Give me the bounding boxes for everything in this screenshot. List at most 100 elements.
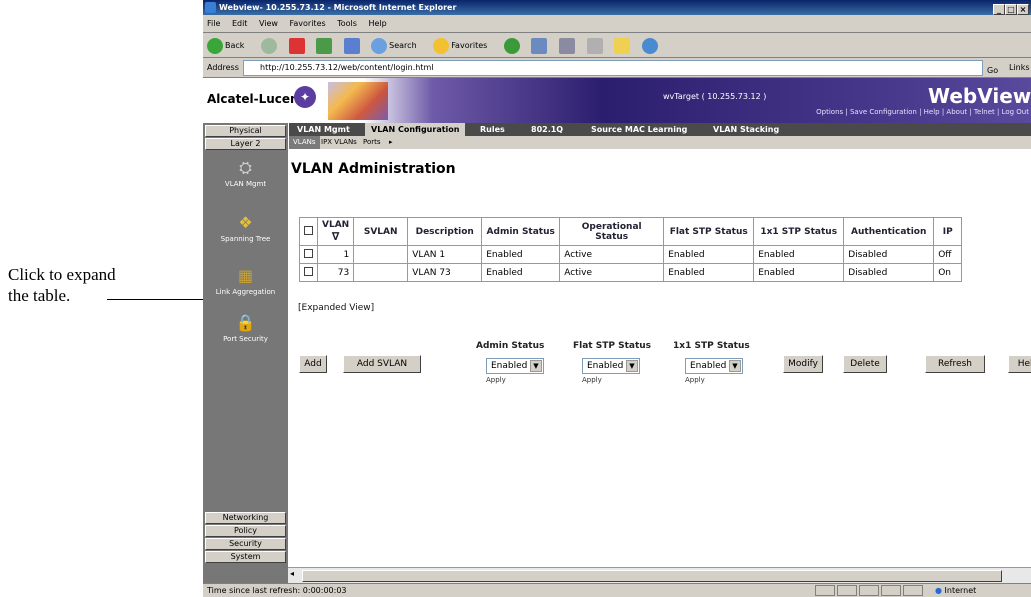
modify-button[interactable]: Modify (783, 355, 823, 373)
admin-status-apply-link[interactable]: Apply (486, 376, 506, 384)
menu-help[interactable]: Help (368, 19, 386, 28)
messenger-button[interactable] (641, 33, 660, 58)
address-label: Address (207, 63, 239, 72)
tab-8021q[interactable]: 802.1Q (525, 123, 569, 136)
spanning-tree-icon: ❖ (238, 213, 253, 232)
help-button[interactable]: Help (1008, 355, 1031, 373)
flat-stp-status-value: Enabled (587, 361, 624, 371)
expanded-view-link[interactable]: [Expanded View] (298, 303, 374, 313)
add-button[interactable]: Add (299, 355, 327, 373)
tab-rules[interactable]: Rules (474, 123, 511, 136)
select-all-checkbox[interactable] (304, 225, 313, 235)
sidebar-networking[interactable]: Networking (205, 512, 286, 524)
folder-button[interactable] (614, 33, 632, 58)
browser-window: Webview- 10.255.73.12 - Microsoft Intern… (203, 0, 1031, 597)
column-header-flat-stp-status[interactable]: Flat STP Status (663, 217, 755, 246)
chevron-down-icon[interactable]: ▼ (626, 360, 638, 372)
sidebar-item-spanning-tree[interactable]: ❖ Spanning Tree (203, 213, 288, 243)
subtab-vlans[interactable]: VLANs (289, 136, 320, 149)
cell-operational-status: Active (559, 263, 665, 282)
subtab-more-icon[interactable]: ▸ (385, 136, 397, 149)
column-header-admin-status[interactable]: Admin Status (481, 217, 561, 246)
column-header-svlan[interactable]: SVLAN (353, 217, 409, 246)
home-button[interactable] (343, 33, 362, 58)
cell-authentication: Disabled (843, 245, 935, 264)
flat-stp-status-apply-link[interactable]: Apply (582, 376, 602, 384)
subtab-ports[interactable]: Ports (359, 136, 385, 149)
1x1-stp-status-apply-link[interactable]: Apply (685, 376, 705, 384)
sidebar: Physical Layer 2 ⛭ VLAN Mgmt ❖ Spanning … (203, 123, 288, 583)
menu-favorites[interactable]: Favorites (290, 19, 326, 28)
row-checkbox-cell[interactable] (299, 245, 318, 264)
close-button[interactable]: × (1017, 4, 1029, 15)
alcatel-lucent-logo: Alcatel-Lucent (207, 92, 305, 106)
select-all-cell[interactable] (299, 217, 318, 246)
edit-button[interactable] (586, 33, 605, 58)
refresh-browser-button[interactable] (316, 33, 334, 58)
column-header-authentication[interactable]: Authentication (843, 217, 935, 246)
sidebar-policy[interactable]: Policy (205, 525, 286, 537)
admin-status-select[interactable]: Enabled ▼ (486, 358, 544, 374)
row-checkbox[interactable] (304, 266, 313, 276)
sidebar-item-vlan-mgmt[interactable]: ⛭ VLAN Mgmt (203, 158, 288, 188)
menu-file[interactable]: File (207, 19, 220, 28)
favorites-button[interactable]: Favorites (433, 33, 494, 58)
zone-label: Internet (944, 586, 977, 595)
mail-button[interactable] (531, 33, 549, 58)
flat-stp-status-select[interactable]: Enabled ▼ (582, 358, 640, 374)
row-checkbox-cell[interactable] (299, 263, 318, 282)
star-icon (433, 37, 450, 54)
column-header-1x1-stp-status[interactable]: 1x1 STP Status (753, 217, 845, 246)
sidebar-item-label: Spanning Tree (220, 235, 271, 243)
admin-status-label: Admin Status (476, 341, 545, 351)
back-button[interactable]: Back (207, 33, 251, 58)
sidebar-system[interactable]: System (205, 551, 286, 563)
header-links[interactable]: Options | Save Configuration | Help | Ab… (816, 108, 1029, 116)
scroll-left-icon[interactable]: ◂ (290, 569, 294, 578)
address-bar: Address http://10.255.73.12/web/content/… (203, 58, 1031, 78)
refresh-button[interactable]: Refresh (925, 355, 985, 373)
sidebar-security[interactable]: Security (205, 538, 286, 550)
scrollbar-thumb[interactable] (302, 570, 1002, 582)
column-header-operational-status[interactable]: Operational Status (559, 217, 665, 246)
column-header-vlan[interactable]: VLAN ∇ (316, 217, 355, 246)
tab-vlan-mgmt[interactable]: VLAN Mgmt (291, 123, 356, 136)
add-svlan-button[interactable]: Add SVLAN (343, 355, 421, 373)
maximize-button[interactable]: □ (1005, 4, 1017, 15)
sort-desc-icon[interactable]: ∇ (332, 230, 340, 243)
print-button[interactable] (558, 33, 577, 58)
address-input[interactable]: http://10.255.73.12/web/content/login.ht… (243, 60, 983, 76)
sidebar-item-port-security[interactable]: 🔒 Port Security (203, 313, 288, 343)
menu-view[interactable]: View (259, 19, 278, 28)
tab-vlan-stacking[interactable]: VLAN Stacking (707, 123, 785, 136)
history-button[interactable] (503, 33, 522, 58)
link-aggregation-icon: ▦ (237, 266, 254, 285)
stop-button[interactable] (288, 33, 307, 58)
cell-svlan (353, 263, 409, 282)
menu-edit[interactable]: Edit (232, 19, 248, 28)
subtab-ipx-vlans[interactable]: IPX VLANs (317, 136, 361, 149)
chevron-down-icon[interactable]: ▼ (729, 360, 741, 372)
links-button[interactable]: Links (1009, 58, 1030, 78)
cell-ip: On (933, 263, 963, 282)
1x1-stp-status-select[interactable]: Enabled ▼ (685, 358, 743, 374)
tab-source-mac-learning[interactable]: Source MAC Learning (585, 123, 693, 136)
cell-flat-stp-status: Enabled (663, 245, 755, 264)
horizontal-scrollbar[interactable]: ◂ (288, 567, 1031, 583)
row-checkbox[interactable] (304, 248, 313, 258)
tab-vlan-configuration[interactable]: VLAN Configuration (365, 123, 466, 136)
sidebar-layer2[interactable]: Layer 2 (205, 138, 286, 150)
delete-button[interactable]: Delete (843, 355, 887, 373)
cell-svlan (353, 245, 409, 264)
column-header-ip[interactable]: IP (933, 217, 963, 246)
sidebar-item-link-aggregation[interactable]: ▦ Link Aggregation (203, 266, 288, 296)
menu-tools[interactable]: Tools (337, 19, 357, 28)
table-header-row: VLAN ∇ SVLAN Description Admin Status Ope… (299, 217, 963, 246)
minimize-button[interactable]: _ (993, 4, 1005, 15)
chevron-down-icon[interactable]: ▼ (530, 360, 542, 372)
search-button[interactable]: Search (371, 33, 423, 58)
sidebar-physical[interactable]: Physical (205, 125, 286, 137)
forward-button[interactable] (260, 33, 279, 58)
column-header-description[interactable]: Description (407, 217, 483, 246)
table-row: 1 VLAN 1 Enabled Active Enabled Enabled … (299, 245, 963, 264)
